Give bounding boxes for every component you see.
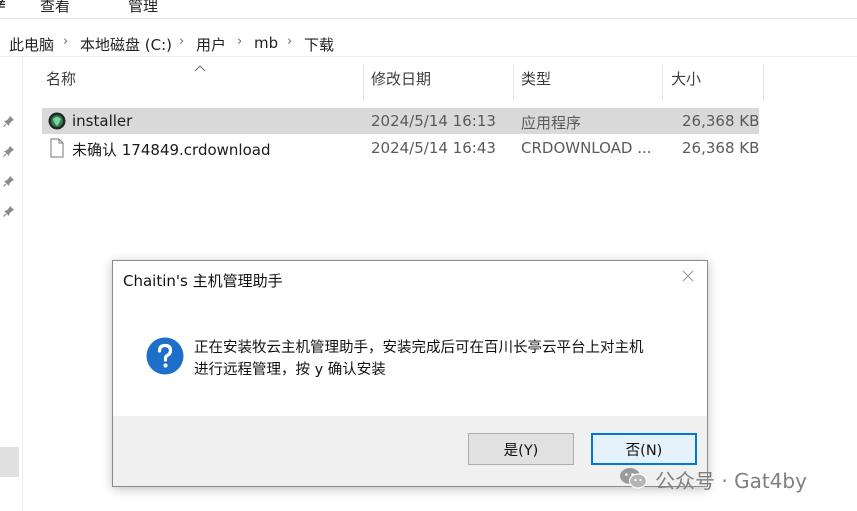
file-row-crdownload[interactable]: 未确认 174849.crdownload 2024/5/14 16:43 CR… (42, 135, 759, 161)
pin-icon[interactable] (3, 205, 15, 217)
column-header-name[interactable]: 名称 (46, 68, 76, 100)
column-header-size[interactable]: 大小 (671, 68, 701, 100)
no-button[interactable]: 否(N) (591, 433, 697, 465)
column-divider[interactable] (363, 64, 364, 100)
file-row-installer[interactable]: installer 2024/5/14 16:13 应用程序 26,368 KB (42, 108, 759, 134)
ribbon-tab-manage[interactable]: 管理 (128, 0, 158, 16)
file-type: 应用程序 (521, 114, 582, 132)
column-header-type[interactable]: 类型 (521, 68, 551, 100)
dialog-title: Chaitin's 主机管理助手 (123, 272, 283, 290)
ribbon-bar: ≢ 查看 管理 (0, 0, 857, 19)
yes-button[interactable]: 是(Y) (468, 433, 574, 465)
pin-icon[interactable] (3, 145, 15, 157)
column-divider[interactable] (662, 64, 663, 100)
breadcrumb-users[interactable]: 用户 (196, 34, 226, 55)
file-icon (50, 138, 64, 158)
sort-ascending-icon (194, 65, 206, 72)
chevron-right-icon[interactable]: › (237, 34, 242, 49)
breadcrumb-local-disk[interactable]: 本地磁盘 (C:) (80, 34, 172, 55)
navigation-pane (0, 57, 23, 511)
watermark-text: 公众号 · Gat4by (655, 469, 807, 493)
file-type: CRDOWNLOAD ... (521, 139, 652, 157)
chevron-right-icon[interactable]: › (287, 34, 292, 49)
breadcrumb-mb[interactable]: mb (254, 34, 278, 52)
column-header-modified[interactable]: 修改日期 (371, 68, 431, 100)
close-icon[interactable] (681, 269, 695, 283)
file-modified: 2024/5/14 16:13 (371, 112, 496, 130)
file-modified: 2024/5/14 16:43 (371, 139, 496, 157)
pin-icon[interactable] (3, 175, 15, 187)
navigation-selected-item[interactable] (0, 447, 19, 477)
breadcrumb-downloads[interactable]: 下载 (304, 34, 334, 55)
column-divider[interactable] (763, 64, 764, 100)
installer-dialog: Chaitin's 主机管理助手 正在安装牧云主机管理助手，安装完成后可在百川长… (112, 260, 708, 487)
wechat-logo-icon (620, 468, 648, 489)
file-size: 26,368 KB (682, 112, 760, 130)
question-icon (146, 337, 184, 375)
column-divider[interactable] (513, 64, 514, 100)
ribbon-edge-glyph: ≢ (0, 0, 7, 13)
dialog-message: 正在安装牧云主机管理助手，安装完成后可在百川长亭云平台上对主机 进行远程管理，按… (194, 337, 644, 381)
breadcrumb: 此电脑 › 本地磁盘 (C:) › 用户 › mb › 下载 (0, 30, 857, 57)
pin-icon[interactable] (3, 115, 15, 127)
app-installer-icon (48, 112, 66, 130)
ribbon-tab-view[interactable]: 查看 (40, 0, 70, 16)
chevron-right-icon[interactable]: › (179, 34, 184, 49)
dialog-message-line: 进行远程管理，按 y 确认安装 (194, 362, 386, 378)
file-size: 26,368 KB (682, 139, 760, 157)
breadcrumb-this-pc[interactable]: 此电脑 (9, 34, 54, 55)
file-name: 未确认 174849.crdownload (72, 141, 271, 159)
file-name: installer (72, 112, 133, 130)
dialog-message-line: 正在安装牧云主机管理助手，安装完成后可在百川长亭云平台上对主机 (194, 340, 644, 356)
chevron-right-icon[interactable]: › (63, 34, 68, 49)
